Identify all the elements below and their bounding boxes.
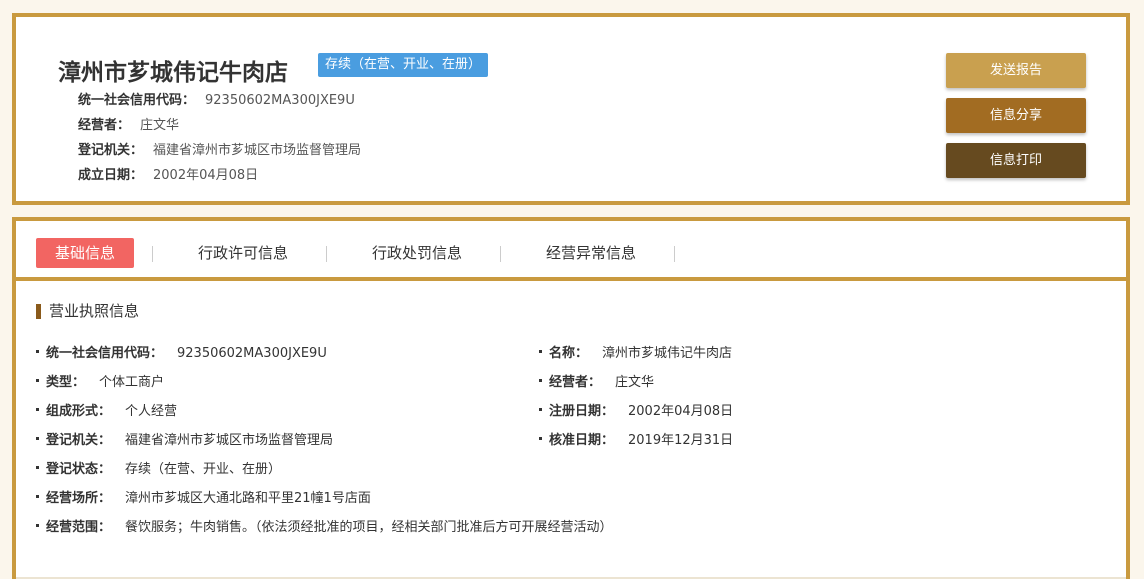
- field-value: 存续（在营、开业、在册）: [125, 462, 282, 477]
- field-value: 漳州市芗城区大通北路和平里21幢1号店面: [125, 491, 371, 506]
- tab-divider: [152, 246, 153, 262]
- field-value: 漳州市芗城伟记牛肉店: [602, 346, 733, 361]
- field-operator: 经营者： 庄文华: [539, 371, 654, 390]
- field-label: 统一社会信用代码：: [46, 346, 164, 361]
- share-info-button[interactable]: 信息分享: [946, 98, 1086, 133]
- header-founded-label: 成立日期：: [78, 168, 144, 183]
- field-label: 注册日期：: [549, 404, 615, 419]
- tab-divider: [674, 246, 675, 262]
- tab-abnormal-operation[interactable]: 经营异常信息: [532, 238, 650, 268]
- bullet-icon: [36, 437, 39, 440]
- field-label: 经营者：: [549, 375, 602, 390]
- bullet-icon: [36, 350, 39, 353]
- field-label: 类型：: [46, 375, 86, 390]
- field-label: 登记状态：: [46, 462, 112, 477]
- field-premises: 经营场所： 漳州市芗城区大通北路和平里21幢1号店面: [36, 487, 371, 506]
- field-value: 餐饮服务；牛肉销售。（依法须经批准的项目，经相关部门批准后方可开展经营活动）: [125, 520, 613, 535]
- license-info-panel: 营业执照信息 统一社会信用代码： 92350602MA300JXE9U 类型： 个体…: [12, 281, 1130, 579]
- print-info-button[interactable]: 信息打印: [946, 143, 1086, 178]
- bullet-icon: [539, 437, 542, 440]
- field-label: 名称：: [549, 346, 589, 361]
- field-type: 类型： 个体工商户: [36, 371, 164, 390]
- field-label: 核准日期：: [549, 433, 615, 448]
- tab-admin-penalty[interactable]: 行政处罚信息: [358, 238, 476, 268]
- header-operator-value: 庄文华: [140, 118, 180, 133]
- field-registered-date: 注册日期： 2002年04月08日: [539, 400, 733, 419]
- header-founded-row: 成立日期： 2002年04月08日: [78, 164, 258, 183]
- field-value: 庄文华: [615, 375, 655, 390]
- field-label: 经营场所：: [46, 491, 112, 506]
- section-title: 营业执照信息: [36, 304, 139, 319]
- header-credit-code-value: 92350602MA300JXE9U: [205, 93, 355, 108]
- field-value: 个体工商户: [99, 375, 165, 390]
- field-authority: 登记机关： 福建省漳州市芗城区市场监督管理局: [36, 429, 333, 448]
- header-authority-label: 登记机关：: [78, 143, 144, 158]
- field-value: 92350602MA300JXE9U: [177, 346, 327, 361]
- field-label: 组成形式：: [46, 404, 112, 419]
- tab-divider: [326, 246, 327, 262]
- field-composition: 组成形式： 个人经营: [36, 400, 177, 419]
- bullet-icon: [36, 408, 39, 411]
- field-value: 2019年12月31日: [628, 433, 734, 448]
- header-founded-value: 2002年04月08日: [153, 168, 259, 183]
- field-credit-code: 统一社会信用代码： 92350602MA300JXE9U: [36, 342, 327, 361]
- company-name: 漳州市芗城伟记牛肉店: [58, 60, 288, 86]
- bullet-icon: [539, 379, 542, 382]
- field-value: 个人经营: [125, 404, 178, 419]
- bullet-icon: [36, 524, 39, 527]
- tab-basic-info[interactable]: 基础信息: [36, 238, 134, 268]
- field-scope: 经营范围： 餐饮服务；牛肉销售。（依法须经批准的项目，经相关部门批准后方可开展经营…: [36, 516, 613, 535]
- header-operator-label: 经营者：: [78, 118, 131, 133]
- bullet-icon: [36, 495, 39, 498]
- tab-divider: [500, 246, 501, 262]
- header-authority-row: 登记机关： 福建省漳州市芗城区市场监督管理局: [78, 139, 361, 158]
- header-credit-code-label: 统一社会信用代码：: [78, 93, 196, 108]
- company-header-card: 漳州市芗城伟记牛肉店 存续（在营、开业、在册） 统一社会信用代码： 9235060…: [12, 13, 1130, 205]
- bullet-icon: [539, 350, 542, 353]
- bullet-icon: [36, 379, 39, 382]
- tab-bar: 基础信息 行政许可信息 行政处罚信息 经营异常信息: [12, 217, 1130, 281]
- field-approved-date: 核准日期： 2019年12月31日: [539, 429, 733, 448]
- field-label: 经营范围：: [46, 520, 112, 535]
- field-value: 福建省漳州市芗城区市场监督管理局: [125, 433, 334, 448]
- send-report-button[interactable]: 发送报告: [946, 53, 1086, 88]
- header-operator-row: 经营者： 庄文华: [78, 114, 179, 133]
- field-value: 2002年04月08日: [628, 404, 734, 419]
- status-badge: 存续（在营、开业、在册）: [318, 53, 489, 77]
- header-authority-value: 福建省漳州市芗城区市场监督管理局: [153, 143, 362, 158]
- bullet-icon: [36, 466, 39, 469]
- field-status: 登记状态： 存续（在营、开业、在册）: [36, 458, 281, 477]
- header-credit-code-row: 统一社会信用代码： 92350602MA300JXE9U: [78, 89, 355, 108]
- field-label: 登记机关：: [46, 433, 112, 448]
- bullet-icon: [539, 408, 542, 411]
- tab-admin-license[interactable]: 行政许可信息: [184, 238, 302, 268]
- field-name: 名称： 漳州市芗城伟记牛肉店: [539, 342, 732, 361]
